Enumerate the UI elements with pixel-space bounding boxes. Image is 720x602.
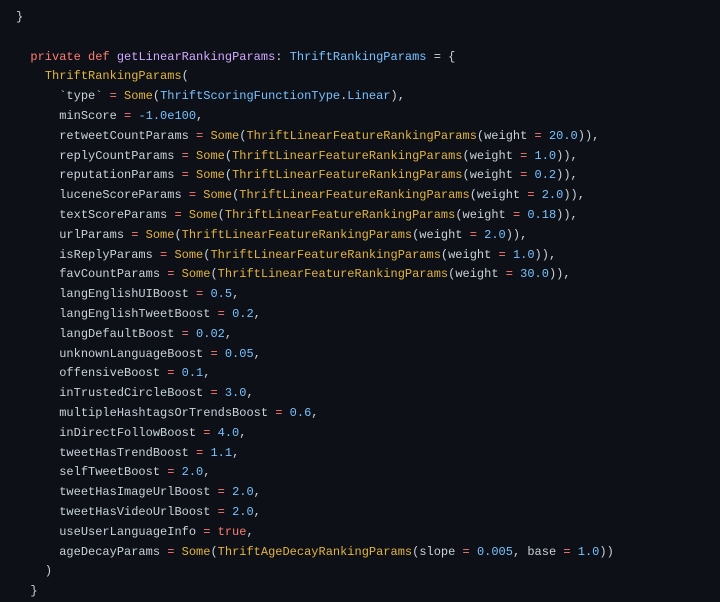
boost-val: 0.1 (182, 366, 204, 380)
ranking-class: ThriftLinearFeatureRankingParams (246, 129, 476, 143)
some-call: Some (196, 149, 225, 163)
boost-val: 0.6 (290, 406, 312, 420)
weight-val: 2.0 (484, 228, 506, 242)
keyword-def: def (88, 50, 110, 64)
brace-close-prev: } (16, 10, 23, 24)
boost-name: unknownLanguageBoost (59, 347, 203, 361)
some-call: Some (146, 228, 175, 242)
some-call: Some (189, 208, 218, 222)
boost-name: selfTweetBoost (59, 465, 160, 479)
weight-val: 30.0 (520, 267, 549, 281)
some-call: Some (182, 267, 211, 281)
ranking-class: ThriftLinearFeatureRankingParams (210, 248, 440, 262)
useuserlang-val: true (218, 525, 247, 539)
ranking-class: ThriftLinearFeatureRankingParams (239, 188, 469, 202)
slope-val: 0.005 (477, 545, 513, 559)
weight-label: weight (455, 267, 498, 281)
boost-val: 2.0 (232, 505, 254, 519)
weight-label: weight (477, 188, 520, 202)
boost-val: 0.2 (232, 307, 254, 321)
base-val: 1.0 (578, 545, 600, 559)
weight-val: 0.18 (527, 208, 556, 222)
weight-val: 1.0 (535, 149, 557, 163)
param-type-name: `type` (59, 89, 102, 103)
weight-val: 20.0 (549, 129, 578, 143)
weight-val: 1.0 (513, 248, 535, 262)
boost-name: tweetHasVideoUrlBoost (59, 505, 210, 519)
boost-val: 0.5 (210, 287, 232, 301)
param-minscore-name: minScore (59, 109, 117, 123)
ranking-class: ThriftLinearFeatureRankingParams (232, 168, 462, 182)
ranking-class: ThriftLinearFeatureRankingParams (225, 208, 455, 222)
agedecay-name: ageDecayParams (59, 545, 160, 559)
enum-type: ThriftScoringFunctionType (160, 89, 340, 103)
some-call: Some (182, 545, 211, 559)
boost-name: inDirectFollowBoost (59, 426, 196, 440)
param-name: textScoreParams (59, 208, 167, 222)
eq: = (110, 89, 117, 103)
boost-name: langEnglishTweetBoost (59, 307, 210, 321)
agedecay-class: ThriftAgeDecayRankingParams (218, 545, 412, 559)
code-block: } private def getLinearRankingParams: Th… (16, 8, 720, 602)
some-call: Some (124, 89, 153, 103)
param-name: isReplyParams (59, 248, 153, 262)
ranking-class: ThriftLinearFeatureRankingParams (218, 267, 448, 281)
weight-label: weight (448, 248, 491, 262)
boost-val: 0.02 (196, 327, 225, 341)
ranking-class: ThriftLinearFeatureRankingParams (182, 228, 412, 242)
some-call: Some (203, 188, 232, 202)
ctor-call: ThriftRankingParams (45, 69, 182, 83)
boost-val: 0.05 (225, 347, 254, 361)
boost-val: 3.0 (225, 386, 247, 400)
weight-label: weight (470, 168, 513, 182)
ranking-class: ThriftLinearFeatureRankingParams (232, 149, 462, 163)
weight-label: weight (470, 149, 513, 163)
boost-name: tweetHasTrendBoost (59, 446, 189, 460)
boost-val: 2.0 (232, 485, 254, 499)
boost-name: multipleHashtagsOrTrendsBoost (59, 406, 268, 420)
keyword-private: private (30, 50, 80, 64)
some-call: Some (174, 248, 203, 262)
param-name: urlParams (59, 228, 124, 242)
boost-name: langEnglishUIBoost (59, 287, 189, 301)
boost-name: langDefaultBoost (59, 327, 174, 341)
ctor-close-paren: ) (45, 564, 52, 578)
boost-val: 4.0 (218, 426, 240, 440)
function-name: getLinearRankingParams (117, 50, 275, 64)
eq-brace: = { (434, 50, 456, 64)
some-call: Some (210, 129, 239, 143)
param-name: reputationParams (59, 168, 174, 182)
slope-label: slope (419, 545, 455, 559)
weight-label: weight (419, 228, 462, 242)
base-label: base (527, 545, 556, 559)
colon: : (275, 50, 282, 64)
param-name: replyCountParams (59, 149, 174, 163)
return-type: ThriftRankingParams (290, 50, 427, 64)
weight-label: weight (463, 208, 506, 222)
param-name: luceneScoreParams (59, 188, 181, 202)
useuserlang-name: useUserLanguageInfo (59, 525, 196, 539)
some-call: Some (196, 168, 225, 182)
boost-name: tweetHasImageUrlBoost (59, 485, 210, 499)
boost-val: 2.0 (182, 465, 204, 479)
param-name: retweetCountParams (59, 129, 189, 143)
fn-close-brace: } (30, 584, 37, 598)
boost-name: inTrustedCircleBoost (59, 386, 203, 400)
boost-name: offensiveBoost (59, 366, 160, 380)
weight-label: weight (484, 129, 527, 143)
paren-open: ( (182, 69, 189, 83)
enum-value: Linear (347, 89, 390, 103)
param-minscore-val: -1.0e100 (138, 109, 196, 123)
weight-val: 0.2 (535, 168, 557, 182)
boost-val: 1.1 (210, 446, 232, 460)
param-name: favCountParams (59, 267, 160, 281)
weight-val: 2.0 (542, 188, 564, 202)
